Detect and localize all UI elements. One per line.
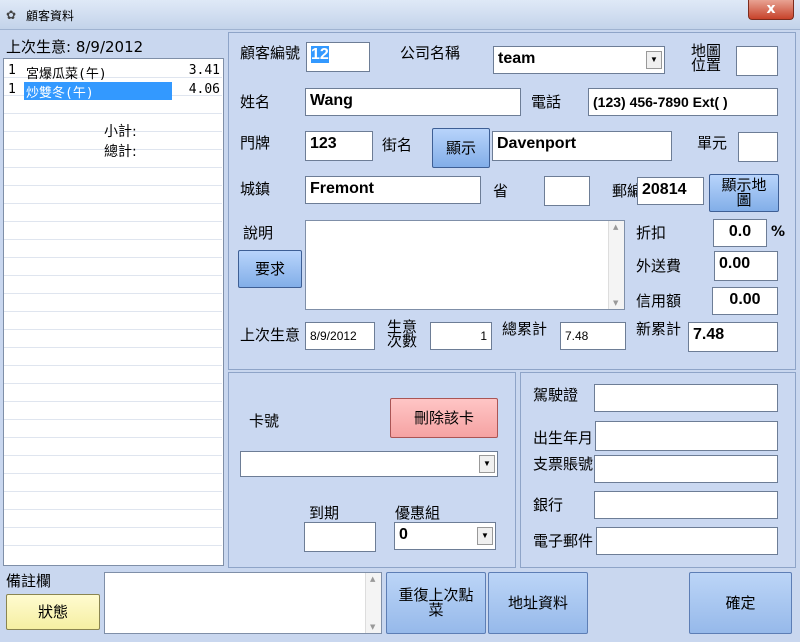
description-label: 說明	[243, 224, 274, 242]
item-price: 3.41	[188, 63, 220, 78]
list-item[interactable]: 1 宮爆瓜菜(午) 3.41	[4, 63, 222, 82]
order-list[interactable]: 1 宮爆瓜菜(午) 3.41 1 炒雙冬(午) 4.06 小計: 總計:	[3, 58, 224, 566]
new-accumulated-field[interactable]: 7.48	[688, 322, 778, 352]
subtotal-label: 小計:	[104, 124, 137, 140]
name-field[interactable]: Wang	[305, 88, 521, 116]
scroll-up-icon[interactable]: ▲	[613, 223, 618, 231]
promo-group-value: 0	[399, 526, 408, 543]
item-name: 宮爆瓜菜(午)	[26, 67, 107, 82]
zip-field[interactable]: 20814	[637, 177, 704, 205]
notes-textarea[interactable]: ▲ ▼	[104, 572, 382, 634]
expiry-label: 到期	[309, 504, 340, 522]
map-position-label: 地圖位置	[690, 42, 721, 74]
last-business-field[interactable]: 8/9/2012	[305, 322, 375, 350]
item-qty: 1	[8, 63, 16, 78]
province-label: 省	[493, 182, 509, 200]
address-data-button[interactable]: 地址資料	[488, 572, 588, 634]
delivery-fee-field[interactable]: 0.00	[714, 251, 778, 281]
company-value: team	[498, 50, 536, 67]
notes-label: 備註欄	[6, 572, 52, 590]
list-item-selected[interactable]: 1 炒雙冬(午) 4.06	[4, 82, 222, 101]
order-header: 上次生意: 8/9/2012	[6, 38, 144, 56]
request-button[interactable]: 要求	[238, 250, 302, 288]
chevron-down-icon: ▼	[479, 455, 495, 473]
bank-label: 銀行	[533, 496, 564, 514]
bank-field[interactable]	[594, 491, 778, 519]
promo-group-label: 優惠組	[395, 504, 441, 522]
card-number-select[interactable]: ▼	[240, 451, 498, 477]
chevron-down-icon: ▼	[477, 527, 493, 545]
credit-field[interactable]: 0.00	[712, 287, 778, 315]
new-accumulated-label: 新累計	[636, 320, 682, 338]
delete-card-button[interactable]: 刪除該卡	[390, 398, 498, 438]
total-accumulated-field[interactable]: 7.48	[560, 322, 626, 350]
scroll-up-icon[interactable]: ▲	[370, 575, 375, 583]
scrollbar[interactable]: ▲ ▼	[365, 573, 381, 633]
description-textarea[interactable]: ▲ ▼	[305, 220, 625, 310]
birth-label: 出生年月	[533, 429, 594, 447]
zip-label: 郵編	[612, 180, 638, 201]
check-account-field[interactable]	[594, 455, 778, 483]
discount-field[interactable]: 0.0	[713, 219, 767, 247]
customer-id-value: 12	[311, 46, 329, 63]
check-account-label-text: 支票賬號	[533, 455, 593, 473]
company-select[interactable]: team ▼	[493, 46, 665, 74]
email-field[interactable]	[596, 527, 778, 555]
business-count-field[interactable]: 1	[430, 322, 492, 350]
promo-group-select[interactable]: 0 ▼	[394, 522, 496, 550]
customer-id-field[interactable]: 12	[306, 42, 370, 72]
card-number-label: 卡號	[249, 412, 280, 430]
item-name: 炒雙冬(午)	[24, 82, 172, 101]
item-price: 4.06	[188, 82, 220, 97]
city-field[interactable]: Fremont	[305, 176, 481, 204]
status-button[interactable]: 狀態	[6, 594, 100, 630]
unit-label: 單元	[697, 134, 728, 152]
scroll-down-icon[interactable]: ▼	[613, 299, 618, 307]
repeat-last-order-button[interactable]: 重復上次點菜	[386, 572, 486, 634]
door-number-label: 門牌	[240, 134, 271, 152]
title-bar: ✿ 顧客資料 x	[0, 0, 800, 30]
zip-label-text: 郵編	[612, 182, 638, 200]
item-qty: 1	[8, 82, 16, 97]
city-label: 城鎮	[240, 180, 271, 198]
chevron-down-icon: ▼	[646, 51, 662, 69]
license-field[interactable]	[594, 384, 778, 412]
total-label: 總計:	[104, 144, 137, 160]
map-position-field[interactable]	[736, 46, 778, 76]
door-number-field[interactable]: 123	[305, 131, 373, 161]
last-business-label: 上次生意	[240, 326, 301, 344]
check-account-label: 支票賬號	[533, 453, 593, 474]
phone-label: 電話	[531, 93, 562, 111]
total-accumulated-label: 總累計	[502, 320, 548, 338]
birth-field[interactable]	[595, 421, 778, 451]
expiry-field[interactable]	[304, 522, 376, 552]
company-label: 公司名稱	[400, 44, 461, 62]
name-label: 姓名	[240, 93, 271, 111]
show-street-button[interactable]: 顯示	[432, 128, 490, 168]
unit-field[interactable]	[738, 132, 778, 162]
phone-field[interactable]: (123) 456-7890 Ext( )	[588, 88, 778, 116]
window-title: 顧客資料	[26, 9, 75, 23]
confirm-button[interactable]: 確定	[689, 572, 792, 634]
business-count-label: 生意次數	[386, 318, 417, 350]
street-label: 街名	[382, 136, 413, 154]
customer-id-label: 顧客編號	[240, 44, 301, 62]
percent-sign: %	[771, 224, 786, 240]
delivery-fee-label: 外送費	[636, 257, 682, 275]
province-field[interactable]	[544, 176, 590, 206]
scroll-down-icon[interactable]: ▼	[370, 623, 375, 631]
app-icon: ✿	[6, 8, 17, 22]
discount-label: 折扣	[636, 224, 667, 242]
scrollbar[interactable]: ▲ ▼	[608, 221, 624, 309]
close-button[interactable]: x	[748, 0, 794, 20]
credit-label: 信用額	[636, 292, 682, 310]
license-label: 駕駛證	[533, 386, 579, 404]
show-map-button[interactable]: 顯示地圖	[709, 174, 779, 212]
email-label: 電子郵件	[533, 532, 594, 550]
street-field[interactable]: Davenport	[492, 131, 672, 161]
